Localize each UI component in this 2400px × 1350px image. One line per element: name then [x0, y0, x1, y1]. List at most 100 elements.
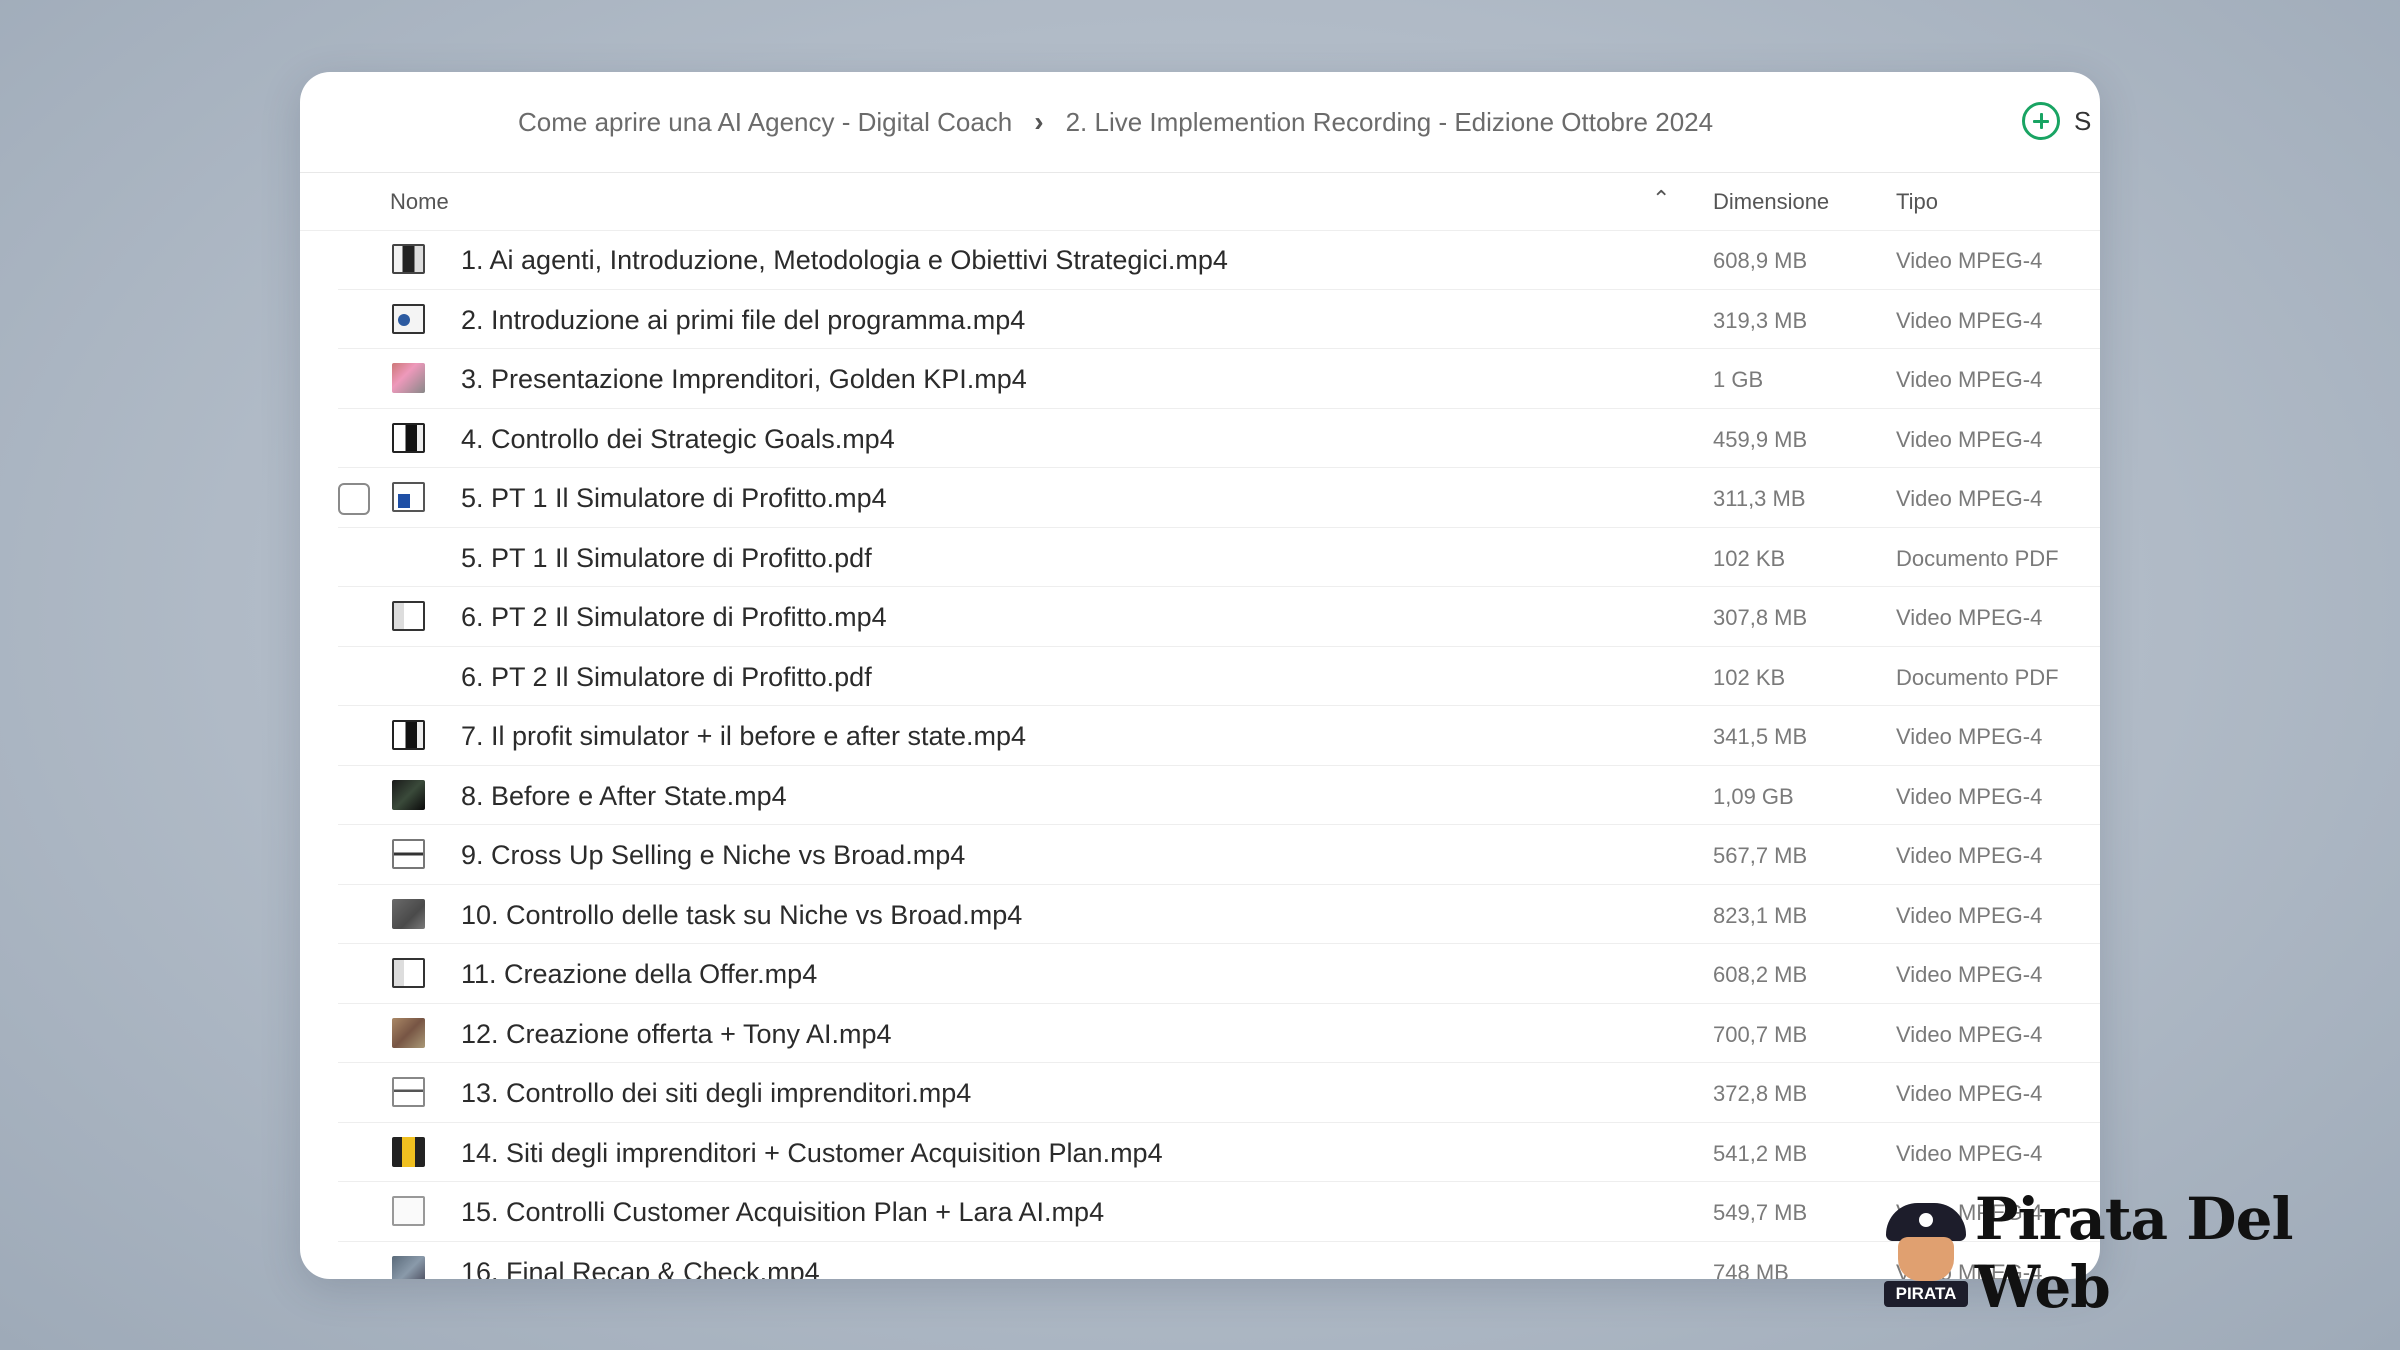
file-row[interactable]: 13. Controllo dei siti degli imprenditor… — [338, 1063, 2100, 1123]
chevron-right-icon: › — [1034, 106, 1044, 137]
file-row[interactable]: 3. Presentazione Imprenditori, Golden KP… — [338, 349, 2100, 409]
add-button-label: S — [2074, 105, 2092, 136]
file-row[interactable]: 6. PT 2 Il Simulatore di Profitto.mp4 307… — [338, 587, 2100, 647]
file-name: 6. PT 2 Il Simulatore di Profitto.mp4 — [461, 602, 887, 632]
file-type: Video MPEG-4 — [1896, 367, 2043, 392]
file-size: 549,7 MB — [1713, 1200, 1808, 1225]
pirata-del-web-watermark: PIRATA Pirata Del Web — [1880, 1185, 2400, 1321]
video-thumbnail-icon — [392, 1196, 425, 1226]
file-type: Video MPEG-4 — [1896, 1021, 2043, 1047]
file-size: 319,3 MB — [1713, 307, 1808, 333]
file-name: 12. Creazione offerta + Tony AI.mp4 — [461, 1018, 892, 1049]
file-size: 372,8 MB — [1713, 1081, 1808, 1106]
breadcrumb: Come aprire una AI Agency - Digital Coac… — [518, 72, 1713, 172]
file-row[interactable]: 10. Controllo delle task su Niche vs Bro… — [338, 885, 2100, 944]
video-thumbnail-icon — [392, 482, 425, 512]
file-row[interactable]: 9. Cross Up Selling e Niche vs Broad.mp4… — [338, 825, 2100, 885]
file-row[interactable]: 6. PT 2 Il Simulatore di Profitto.pdf 102… — [338, 647, 2100, 706]
file-size: 1 GB — [1713, 367, 1764, 392]
file-size: 608,2 MB — [1713, 962, 1808, 987]
file-row[interactable]: 7. Il profit simulator + il before e aft… — [338, 706, 2100, 766]
file-type: Video MPEG-4 — [1896, 783, 2043, 809]
file-type: Video MPEG-4 — [1896, 724, 2043, 749]
file-row[interactable]: 2. Introduzione ai primi file del progra… — [338, 290, 2100, 349]
file-name: 1. Ai agenti, Introduzione, Metodologia … — [461, 245, 1228, 275]
file-size: 1,09 GB — [1713, 783, 1794, 809]
video-thumbnail-icon — [392, 363, 425, 393]
file-size: 567,7 MB — [1713, 843, 1808, 868]
file-name: 5. PT 1 Il Simulatore di Profitto.mp4 — [461, 483, 887, 513]
video-thumbnail-icon — [392, 303, 425, 334]
logo-badge: PIRATA — [1884, 1281, 1968, 1307]
file-list: 1. Ai agenti, Introduzione, Metodologia … — [300, 230, 2100, 1279]
video-thumbnail-icon — [392, 1255, 425, 1279]
video-thumbnail-icon — [392, 1017, 425, 1048]
file-row[interactable]: 12. Creazione offerta + Tony AI.mp4 700,7… — [338, 1004, 2100, 1063]
breadcrumb-parent[interactable]: Come aprire una AI Agency - Digital Coac… — [518, 107, 1012, 138]
file-type: Video MPEG-4 — [1896, 902, 2043, 928]
file-type: Documento PDF — [1896, 664, 2059, 690]
video-thumbnail-icon — [392, 601, 425, 631]
file-size: 341,5 MB — [1713, 724, 1808, 749]
file-size: 700,7 MB — [1713, 1021, 1808, 1047]
file-size: 823,1 MB — [1713, 902, 1808, 928]
file-type: Video MPEG-4 — [1896, 307, 2043, 333]
brand-wordmark: Pirata Del Web — [1974, 1185, 2294, 1321]
file-type: Video MPEG-4 — [1896, 962, 2043, 987]
file-size: 459,9 MB — [1713, 426, 1808, 452]
file-name: 7. Il profit simulator + il before e aft… — [461, 721, 1027, 751]
file-name: 2. Introduzione ai primi file del progra… — [461, 304, 1026, 335]
file-row[interactable]: 1. Ai agenti, Introduzione, Metodologia … — [338, 230, 2100, 290]
video-thumbnail-icon — [392, 779, 425, 810]
plus-circle-icon — [2022, 102, 2060, 140]
file-type: Video MPEG-4 — [1896, 486, 2043, 511]
file-name: 6. PT 2 Il Simulatore di Profitto.pdf — [461, 661, 872, 692]
column-type[interactable]: Tipo — [1896, 189, 1938, 215]
file-size: 311,3 MB — [1713, 486, 1806, 511]
file-name: 14. Siti degli imprenditori + Customer A… — [461, 1137, 1163, 1168]
file-type: Video MPEG-4 — [1896, 426, 2043, 452]
file-browser-window: Come aprire una AI Agency - Digital Coac… — [300, 72, 2100, 1279]
add-button[interactable]: S — [2022, 102, 2091, 140]
file-name: 11. Creazione della Offer.mp4 — [461, 959, 818, 989]
file-name: 15. Controlli Customer Acquisition Plan … — [461, 1197, 1105, 1227]
file-row[interactable]: 16. Final Recap & Check.mp4 748 MB Video M… — [338, 1242, 2100, 1280]
video-thumbnail-icon — [392, 839, 425, 869]
file-name: 13. Controllo dei siti degli imprenditor… — [461, 1078, 972, 1108]
video-thumbnail-icon — [392, 422, 425, 453]
video-thumbnail-icon — [392, 958, 425, 988]
file-size: 541,2 MB — [1713, 1140, 1808, 1166]
file-row[interactable]: 5. PT 1 Il Simulatore di Profitto.mp4 311… — [338, 468, 2100, 528]
file-type: Video MPEG-4 — [1896, 248, 2043, 273]
file-row[interactable]: 4. Controllo dei Strategic Goals.mp4 459,… — [338, 409, 2100, 468]
breadcrumb-current[interactable]: 2. Live Implemention Recording - Edizion… — [1066, 107, 1713, 138]
file-type: Documento PDF — [1896, 545, 2059, 571]
file-row[interactable]: 15. Controlli Customer Acquisition Plan … — [338, 1182, 2100, 1242]
file-name: 9. Cross Up Selling e Niche vs Broad.mp4 — [461, 840, 966, 870]
file-name: 10. Controllo delle task su Niche vs Bro… — [461, 899, 1023, 930]
file-size: 307,8 MB — [1713, 605, 1808, 630]
row-checkbox[interactable] — [338, 483, 370, 515]
video-thumbnail-icon — [392, 1077, 425, 1107]
video-thumbnail-icon — [392, 1136, 425, 1167]
file-row[interactable]: 14. Siti degli imprenditori + Customer A… — [338, 1123, 2100, 1182]
file-size: 748 MB — [1713, 1259, 1789, 1280]
sort-ascending-icon[interactable]: ⌃ — [1652, 186, 1670, 212]
file-name: 3. Presentazione Imprenditori, Golden KP… — [461, 364, 1027, 394]
file-type: Video MPEG-4 — [1896, 1140, 2043, 1166]
video-thumbnail-icon — [392, 898, 425, 929]
file-size: 102 KB — [1713, 664, 1786, 690]
file-name: 16. Final Recap & Check.mp4 — [461, 1256, 820, 1280]
file-size: 608,9 MB — [1713, 248, 1808, 273]
file-row[interactable]: 8. Before e After State.mp4 1,09 GB Video … — [338, 766, 2100, 825]
column-size[interactable]: Dimensione — [1713, 189, 1829, 215]
column-name[interactable]: Nome — [390, 189, 449, 215]
file-row[interactable]: 5. PT 1 Il Simulatore di Profitto.pdf 102… — [338, 528, 2100, 587]
file-type: Video MPEG-4 — [1896, 605, 2043, 630]
file-row[interactable]: 11. Creazione della Offer.mp4 608,2 MB Vid… — [338, 944, 2100, 1004]
pirate-logo-icon: PIRATA — [1880, 1197, 1968, 1309]
toolbar: Come aprire una AI Agency - Digital Coac… — [300, 72, 2100, 173]
video-thumbnail-icon — [392, 720, 425, 750]
column-header: Nome ⌃ Dimensione Tipo — [300, 172, 2100, 231]
file-size: 102 KB — [1713, 545, 1786, 571]
